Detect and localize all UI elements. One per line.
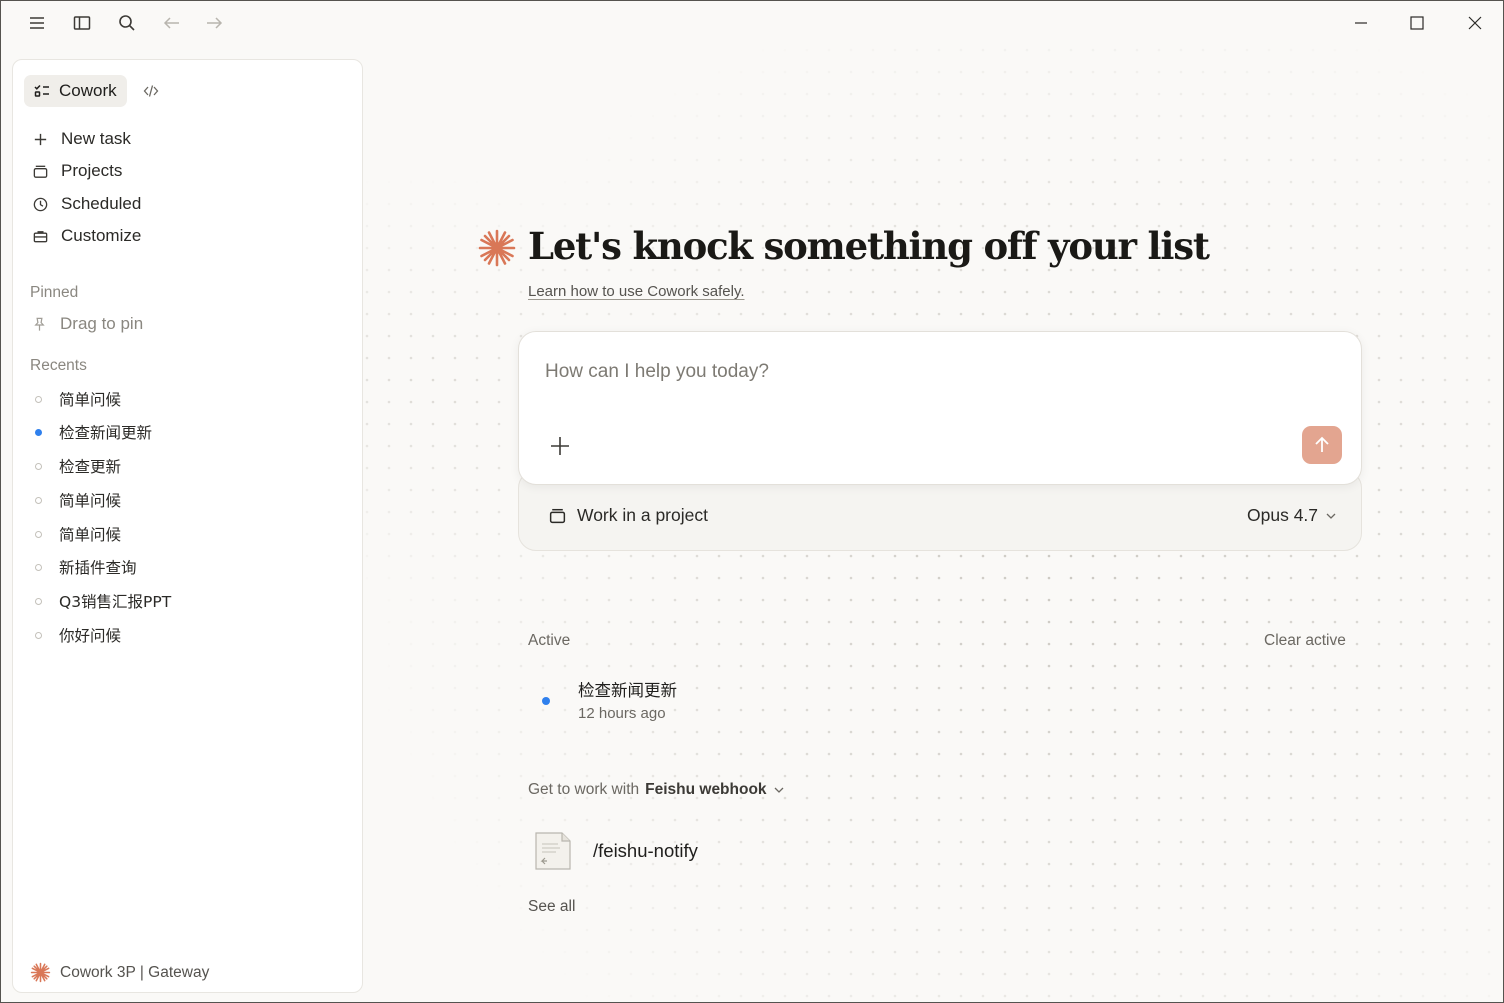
asterisk-logo-icon <box>30 962 51 983</box>
clear-active-button[interactable]: Clear active <box>1264 632 1346 650</box>
recent-item[interactable]: 你好问候 <box>31 622 121 648</box>
maximize-icon[interactable] <box>1405 11 1429 35</box>
active-task-time: 12 hours ago <box>578 705 666 722</box>
composer: How can I help you today? <box>518 331 1362 485</box>
recent-item[interactable]: 简单问候 <box>31 386 121 412</box>
close-icon[interactable] <box>1463 11 1487 35</box>
recent-item[interactable]: 检查新闻更新 <box>31 419 152 445</box>
add-attachment-button[interactable] <box>547 433 573 459</box>
send-button[interactable] <box>1302 426 1342 464</box>
pin-icon <box>34 317 45 331</box>
new-task-button[interactable]: New task <box>31 125 131 153</box>
status-dot <box>31 493 45 507</box>
minimize-icon[interactable] <box>1349 11 1373 35</box>
pinned-heading: Pinned <box>30 284 79 301</box>
active-heading: Active <box>528 632 571 649</box>
status-dot <box>31 594 45 608</box>
nav-label: Scheduled <box>61 194 142 213</box>
sidebar: Cowork New task Projects Scheduled Custo… <box>12 59 363 993</box>
clock-icon <box>31 195 49 213</box>
learn-safety-link[interactable]: Learn how to use Cowork safely. <box>528 283 745 300</box>
code-mode-icon[interactable] <box>141 81 161 101</box>
status-dot <box>31 560 45 574</box>
recent-item[interactable]: Q3销售汇报PPT <box>31 588 171 614</box>
status-dot <box>542 697 550 705</box>
sidebar-toggle-icon[interactable] <box>71 12 93 34</box>
document-icon <box>535 832 571 870</box>
search-icon[interactable] <box>116 12 138 34</box>
nav-label: Projects <box>61 161 123 180</box>
plus-icon <box>31 130 49 148</box>
active-task-title[interactable]: 检查新闻更新 <box>578 677 677 701</box>
status-dot <box>31 425 45 439</box>
briefcase-icon <box>31 227 49 245</box>
status-dot <box>31 527 45 541</box>
sidebar-item-projects[interactable]: Projects <box>31 157 122 185</box>
workspace-footer[interactable]: Cowork 3P | Gateway <box>30 962 209 983</box>
arrow-up-icon <box>1315 436 1329 452</box>
asterisk-logo-icon <box>478 229 516 267</box>
status-dot <box>31 628 45 642</box>
status-dot <box>31 459 45 473</box>
recents-heading: Recents <box>30 357 87 374</box>
work-in-project-button[interactable]: Work in a project <box>548 505 708 526</box>
nav-label: Customize <box>61 226 142 245</box>
recent-item[interactable]: 简单问候 <box>31 521 121 547</box>
see-all-link[interactable]: See all <box>528 898 575 916</box>
skill-item[interactable]: /feishu-notify <box>593 840 698 862</box>
nav-label: New task <box>61 129 131 148</box>
sidebar-item-customize[interactable]: Customize <box>31 222 141 250</box>
plus-icon <box>551 437 569 455</box>
folder-stack-icon <box>549 508 566 524</box>
recent-item[interactable]: 检查更新 <box>31 453 121 479</box>
recent-item[interactable]: 新插件查询 <box>31 554 137 580</box>
prompt-input[interactable]: How can I help you today? <box>545 361 769 383</box>
mode-label: Cowork <box>59 81 117 100</box>
model-selector[interactable]: Opus 4.7 <box>1247 505 1337 526</box>
drag-to-pin-hint: Drag to pin <box>31 314 143 334</box>
cowork-mode-button[interactable]: Cowork <box>24 75 127 107</box>
title-bar <box>0 0 1504 46</box>
sidebar-item-scheduled[interactable]: Scheduled <box>31 190 141 218</box>
checklist-icon <box>34 84 49 97</box>
chevron-down-icon <box>774 787 784 793</box>
chevron-down-icon <box>1326 513 1336 519</box>
page-title: Let's knock something off your list <box>528 224 1210 268</box>
folder-stack-icon <box>31 162 49 180</box>
status-dot <box>31 392 45 406</box>
arrow-left-icon[interactable] <box>161 12 183 34</box>
menu-icon[interactable] <box>26 12 48 34</box>
connector-selector[interactable]: Get to work with Feishu webhook <box>528 781 785 799</box>
recent-item[interactable]: 简单问候 <box>31 487 121 513</box>
arrow-right-icon[interactable] <box>203 12 225 34</box>
